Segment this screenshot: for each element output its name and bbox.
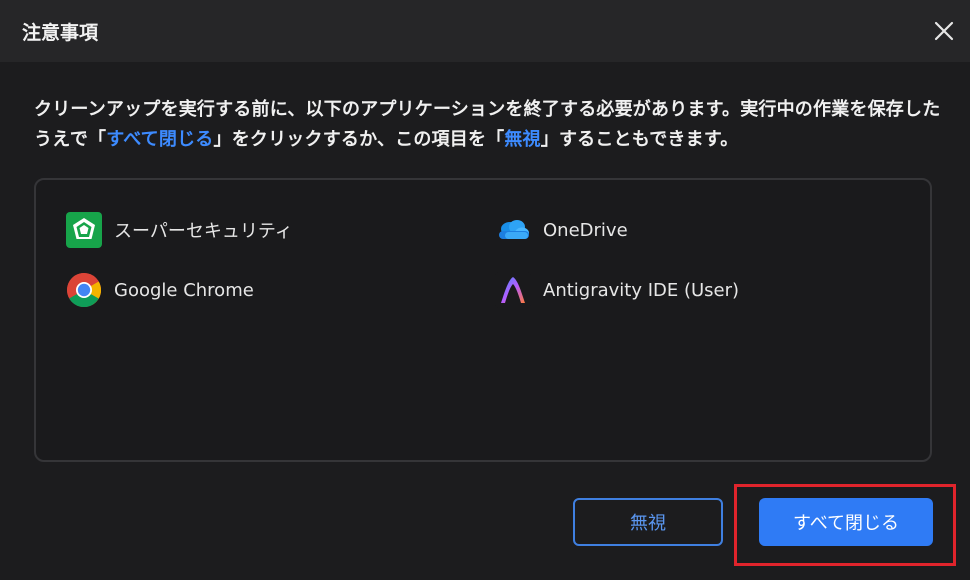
app-label: Antigravity IDE (User) xyxy=(543,279,740,301)
close-button[interactable] xyxy=(932,19,956,43)
super-security-icon xyxy=(66,212,102,248)
app-item-onedrive: OneDrive xyxy=(495,211,628,249)
app-label: スーパーセキュリティ xyxy=(114,221,293,242)
app-label: Google Chrome xyxy=(114,279,254,301)
dialog-title: 注意事項 xyxy=(22,22,99,44)
instruction-message: クリーンアップを実行する前に、以下のアプリケーションを終了する必要があります。実… xyxy=(34,95,944,155)
antigravity-icon xyxy=(495,272,531,308)
close-icon xyxy=(934,21,954,41)
chrome-icon xyxy=(67,273,101,307)
cleanup-warning-dialog: 注意事項 クリーンアップを実行する前に、以下のアプリケーションを終了する必要があ… xyxy=(0,0,970,580)
app-item-super-security: スーパーセキュリティ xyxy=(66,211,293,249)
dialog-title-bar: 注意事項 xyxy=(0,0,970,62)
message-text-3: 」することもできます。 xyxy=(540,129,739,150)
app-item-antigravity-ide: Antigravity IDE (User) xyxy=(495,271,739,309)
app-item-google-chrome: Google Chrome xyxy=(66,271,254,309)
application-list: スーパーセキュリティ OneDrive Google Chrome Antigr… xyxy=(34,178,932,462)
app-label: OneDrive xyxy=(543,219,628,241)
message-highlight-ignore: 無視 xyxy=(504,129,541,150)
message-text-2: 」をクリックするか、この項目を「 xyxy=(213,129,505,150)
onedrive-icon xyxy=(499,220,529,239)
message-highlight-close-all: すべて閉じる xyxy=(106,129,214,150)
close-all-button[interactable]: すべて閉じる xyxy=(759,498,933,546)
ignore-button[interactable]: 無視 xyxy=(573,498,723,546)
